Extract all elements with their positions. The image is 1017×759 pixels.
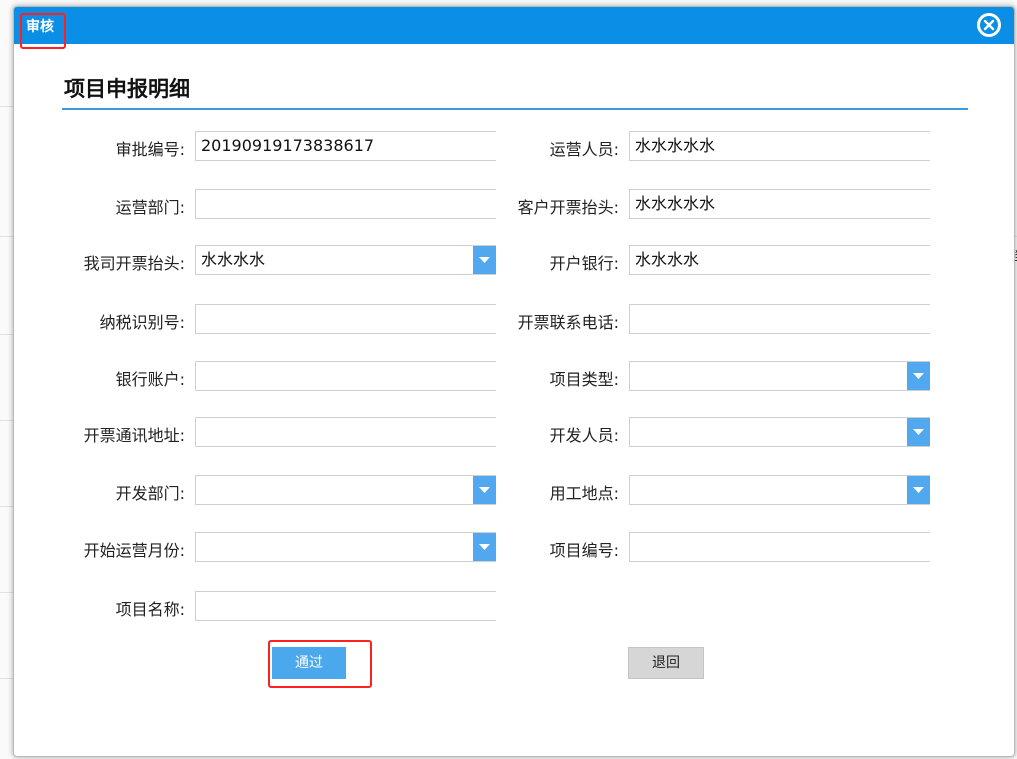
chevron-down-icon: [913, 429, 924, 435]
dropdown-arrow-button[interactable]: [473, 246, 496, 274]
section-title: 项目申报明细: [64, 77, 190, 101]
left-field-label: 项目名称:: [115, 600, 185, 619]
left-field-label: 银行账户:: [115, 370, 185, 389]
right-text-field[interactable]: [629, 304, 930, 334]
field-value: 20190919173838617: [201, 136, 375, 155]
close-circle-icon: [978, 14, 1000, 36]
right-select-field[interactable]: [629, 417, 930, 447]
right-field-label: 项目编号:: [549, 541, 619, 560]
left-text-field[interactable]: [195, 591, 496, 621]
right-field-label: 客户开票抬头:: [517, 198, 619, 217]
review-dialog: 审核 项目申报明细 审批编号: 20190919173838617 运营部门: 我司开…: [13, 6, 1015, 757]
left-text-field[interactable]: 20190919173838617: [195, 131, 496, 161]
dropdown-arrow-button[interactable]: [473, 533, 496, 561]
field-value: 水水水水水: [635, 136, 716, 155]
dropdown-arrow-button[interactable]: [907, 476, 930, 504]
left-field-label: 审批编号:: [115, 140, 185, 159]
chevron-down-icon: [913, 487, 924, 493]
right-select-field[interactable]: [629, 475, 930, 505]
field-value: 水水水水水: [635, 194, 716, 213]
right-field-label: 运营人员:: [549, 140, 619, 159]
right-field-label: 开户银行:: [549, 254, 619, 273]
dialog-titlebar[interactable]: 审核: [14, 7, 1014, 44]
left-field-label: 开发部门:: [115, 484, 185, 503]
right-field-label: 项目类型:: [549, 370, 619, 389]
background-row-divider: [0, 678, 13, 679]
section-divider: [62, 108, 968, 110]
approve-annotation-highlight: [268, 640, 372, 688]
field-value: 水水水水: [635, 250, 700, 269]
dropdown-arrow-button[interactable]: [907, 418, 930, 446]
left-select-field[interactable]: [195, 532, 496, 562]
right-field-label: 开票联系电话:: [517, 313, 619, 332]
reject-button[interactable]: 退回: [628, 647, 704, 679]
close-button[interactable]: [977, 13, 1001, 37]
left-select-field[interactable]: [195, 475, 496, 505]
chevron-down-icon: [479, 544, 490, 550]
background-row-divider: [0, 334, 13, 335]
left-text-field[interactable]: [195, 417, 496, 447]
chevron-down-icon: [479, 487, 490, 493]
left-field-label: 开始运营月份:: [83, 541, 185, 560]
dropdown-arrow-button[interactable]: [907, 362, 930, 390]
right-text-field[interactable]: 水水水水: [629, 245, 930, 275]
left-text-field[interactable]: [195, 361, 496, 391]
right-text-field[interactable]: [629, 532, 930, 562]
right-select-field[interactable]: [629, 361, 930, 391]
left-field-label: 纳税识别号:: [99, 313, 185, 332]
left-field-label: 运营部门:: [115, 198, 185, 217]
title-annotation-highlight: [20, 13, 66, 49]
right-text-field[interactable]: 水水水水水: [629, 131, 930, 161]
chevron-down-icon: [479, 257, 490, 263]
left-select-field[interactable]: 水水水水: [195, 245, 496, 275]
dropdown-arrow-button[interactable]: [473, 476, 496, 504]
field-value: 水水水水: [201, 250, 266, 269]
background-row-divider: [0, 592, 13, 593]
background-row-divider: [0, 106, 13, 107]
right-text-field[interactable]: 水水水水水: [629, 189, 930, 219]
background-row-divider: [0, 506, 13, 507]
background-row-divider: [0, 420, 13, 421]
left-text-field[interactable]: [195, 189, 496, 219]
right-field-label: 开发人员:: [549, 426, 619, 445]
chevron-down-icon: [913, 373, 924, 379]
left-field-label: 我司开票抬头:: [83, 254, 185, 273]
left-text-field[interactable]: [195, 304, 496, 334]
right-field-label: 用工地点:: [549, 484, 619, 503]
left-field-label: 开票通讯地址:: [83, 426, 185, 445]
